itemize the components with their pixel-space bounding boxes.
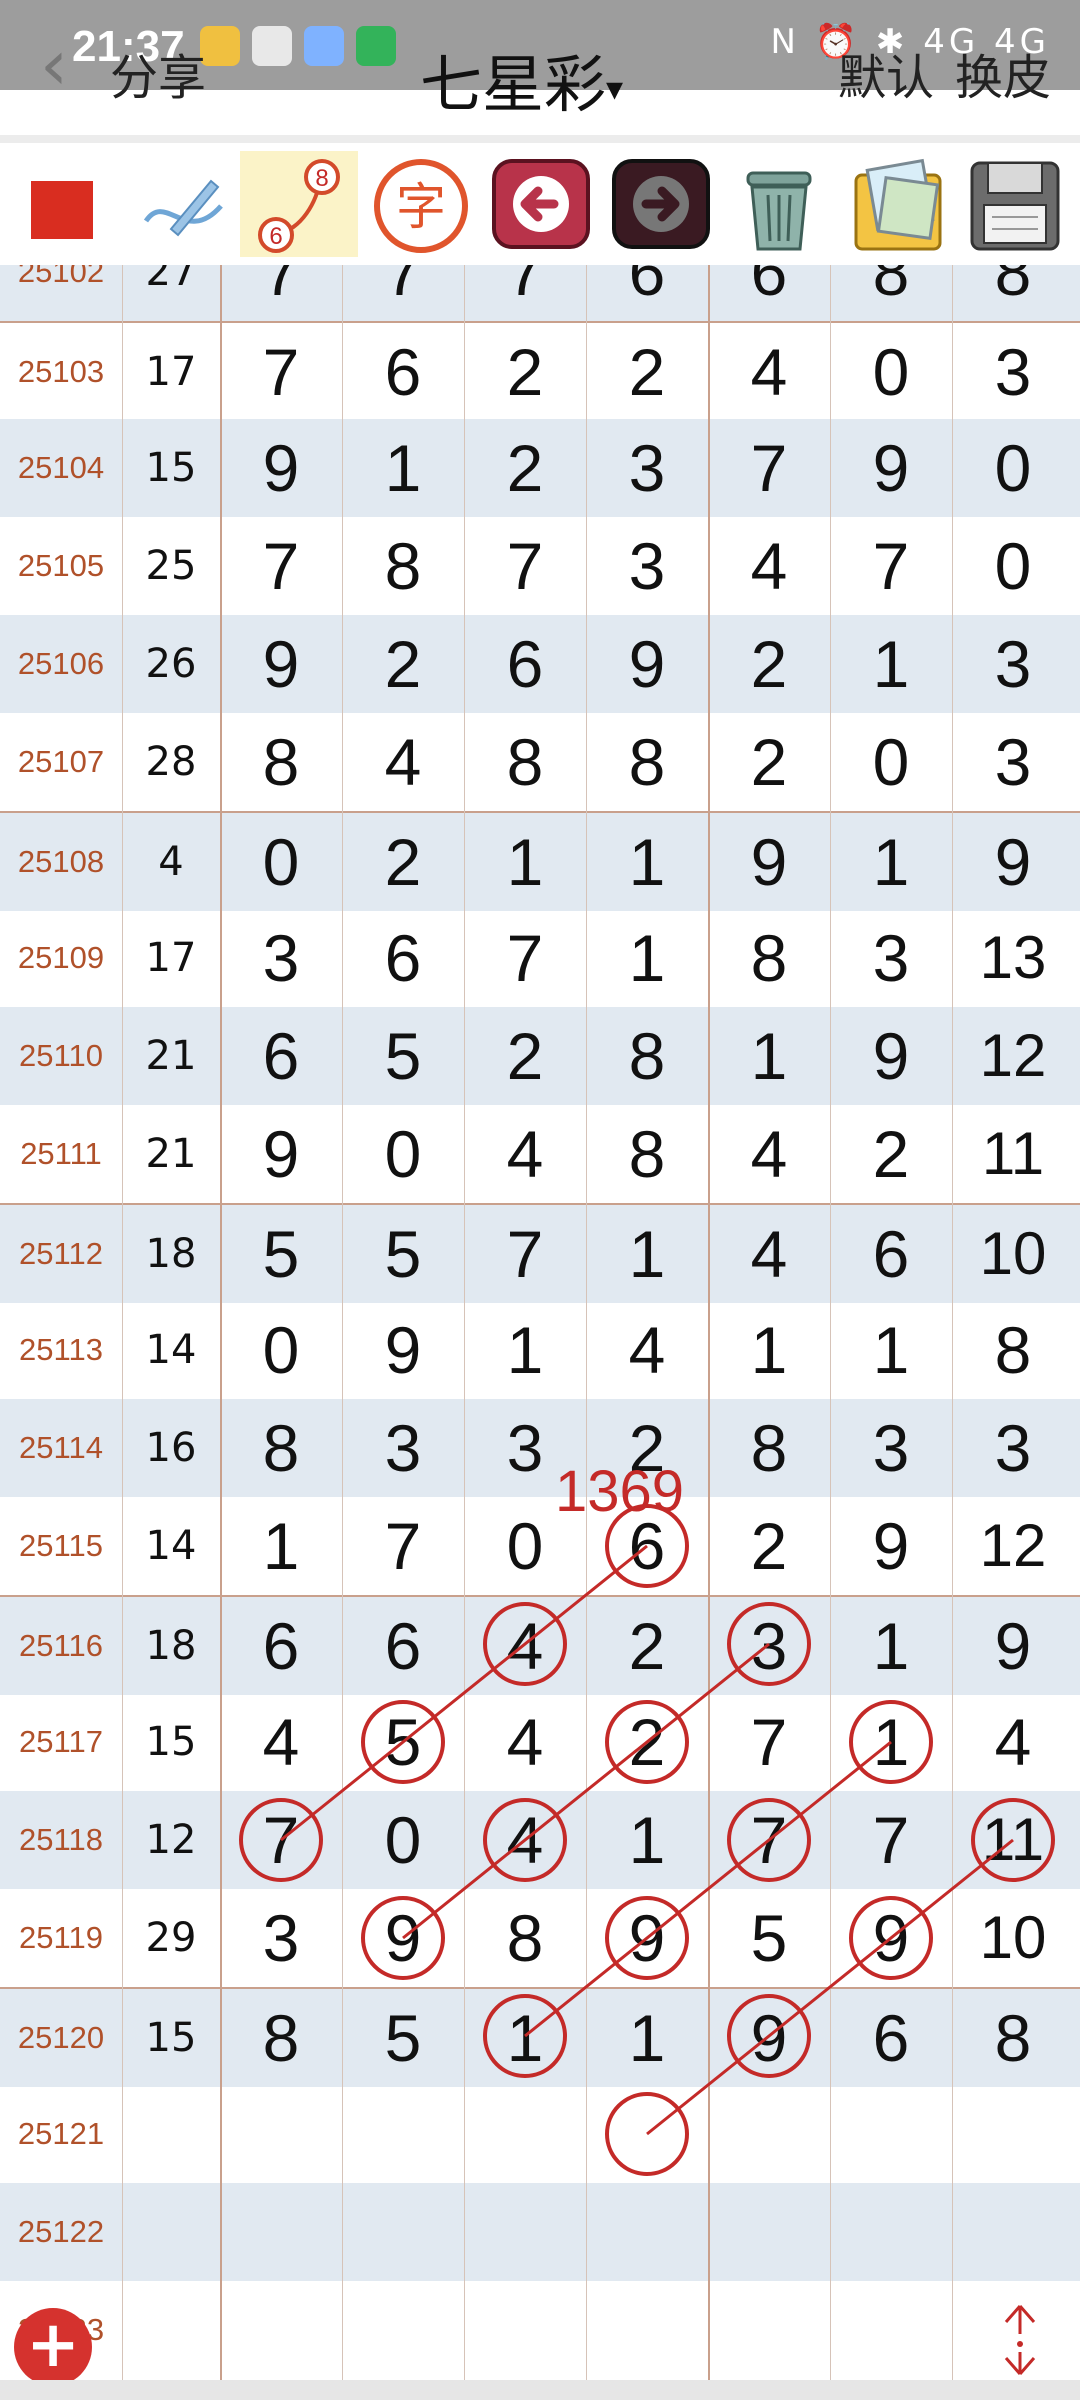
number-link-top: 8 <box>315 165 328 192</box>
default-button[interactable]: 默认 <box>838 38 934 108</box>
connector-line <box>280 1544 648 1842</box>
number-link-icon[interactable]: 8 6 <box>240 151 358 257</box>
header-divider <box>0 135 1080 143</box>
bottom-bar <box>0 2380 1080 2400</box>
connector-line <box>646 1838 1014 2136</box>
photo-gallery-icon[interactable] <box>842 151 952 257</box>
header: ‹ 分享 七星彩▾ 默认 换皮 <box>0 0 1080 135</box>
drawing-overlay <box>239 1504 1055 2176</box>
result-annotation: 1369 <box>555 1459 685 1524</box>
connector-line <box>402 1642 770 1940</box>
share-button[interactable]: 分享 <box>110 38 206 108</box>
red-square-icon[interactable] <box>4 151 114 257</box>
scroll-up-down-icon[interactable] <box>990 2300 1050 2380</box>
save-disk-icon[interactable] <box>960 151 1070 257</box>
lottery-grid[interactable]: 25102 27 7 7 7 6 6 8 8 25103 17 7 6 2 2 4 0 3 25104 15 9 1 2 3 7… <box>0 265 1080 2380</box>
pen-icon[interactable] <box>126 151 236 257</box>
trash-can-icon[interactable] <box>724 151 834 257</box>
text-char-icon[interactable]: 字 <box>366 151 476 257</box>
connector-line <box>524 1740 892 2038</box>
chevron-down-icon: ▾ <box>606 68 624 109</box>
drawing-toolbar: 8 6 字 <box>0 143 1080 267</box>
redo-arrow-icon[interactable] <box>606 151 716 257</box>
text-char-glyph: 字 <box>396 178 446 236</box>
number-link-bottom: 6 <box>269 223 282 250</box>
add-plus-icon[interactable]: + <box>14 2308 92 2386</box>
page-title[interactable]: 七星彩▾ <box>420 34 623 124</box>
title-text: 七星彩 <box>420 48 607 121</box>
change-skin-button[interactable]: 换皮 <box>955 38 1051 108</box>
back-chevron-icon[interactable]: ‹ <box>40 30 68 100</box>
undo-arrow-icon[interactable] <box>486 151 596 257</box>
